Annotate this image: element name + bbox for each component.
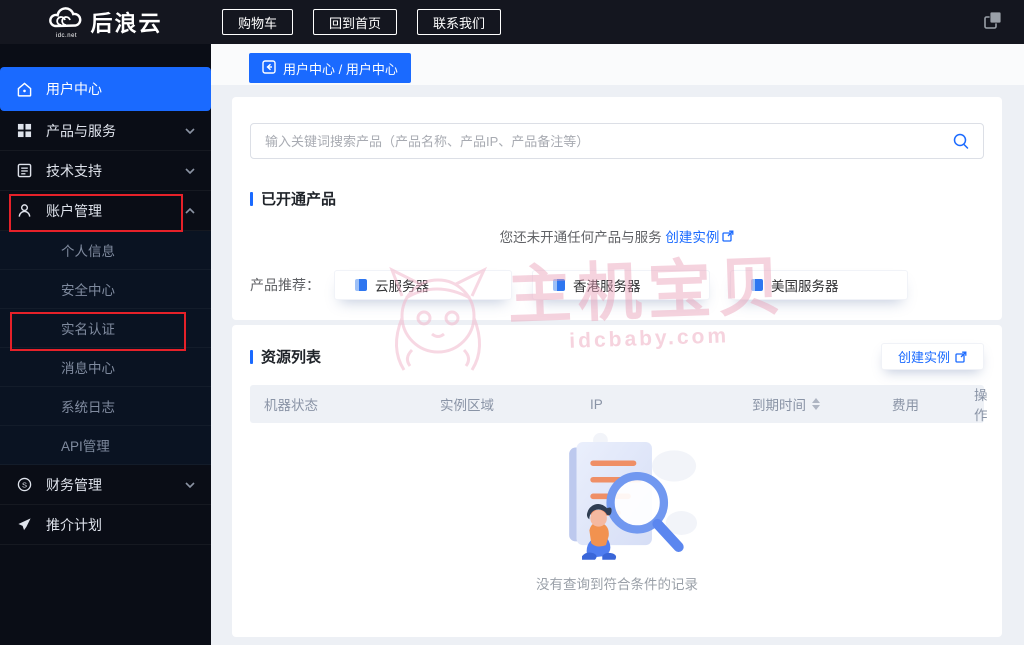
opened-products-title: 已开通产品 xyxy=(250,188,1002,209)
product-recommendations: 产品推荐： 云服务器 香港服务器 美国服务器 xyxy=(250,270,1002,300)
chevron-down-icon xyxy=(185,127,195,134)
chevron-down-icon xyxy=(185,481,195,488)
resource-table-header: 机器状态 实例区域 IP 到期时间 费用 操作 xyxy=(250,385,988,423)
create-instance-button[interactable]: 创建实例 xyxy=(880,343,984,370)
svg-text:S: S xyxy=(21,480,26,489)
logo-subtitle: idc.net xyxy=(55,33,78,39)
sidebar-item-label: 产品与服务 xyxy=(46,122,116,139)
main-content: 用户中心 / 用户中心 已开通产品 您还未开通任何产品与服务 创建实例 xyxy=(211,44,1024,645)
empty-state: 没有查询到符合条件的记录 xyxy=(232,431,1002,593)
sidebar-item-label: 推介计划 xyxy=(46,516,102,533)
recommend-label: 产品推荐： xyxy=(250,277,320,293)
product-card-cloud-server[interactable]: 云服务器 xyxy=(334,270,512,300)
breadcrumb-label: 用户中心 / 用户中心 xyxy=(283,61,398,77)
breadcrumb[interactable]: 用户中心 / 用户中心 xyxy=(249,53,411,83)
submenu-item-label: API管理 xyxy=(61,439,110,454)
resource-list-title: 资源列表 xyxy=(250,346,321,367)
sidebar-item-label: 账户管理 xyxy=(46,202,102,219)
user-icon xyxy=(16,203,32,219)
sidebar-item-label: 财务管理 xyxy=(46,476,102,493)
submenu-item-label: 安全中心 xyxy=(61,283,115,298)
sidebar-item-products-services[interactable]: 产品与服务 xyxy=(0,111,211,151)
cloud-logo-icon xyxy=(48,5,84,36)
column-actions: 操作 xyxy=(974,388,988,423)
resource-list-card: 资源列表 创建实例 机器状态 实例区域 IP 到期时间 费用 操作 没有查询到符… xyxy=(232,325,1002,637)
server-icon xyxy=(553,279,565,291)
empty-illustration xyxy=(569,432,698,560)
logo-title: 后浪云 xyxy=(90,11,163,36)
sidebar-item-label: 用户中心 xyxy=(46,81,102,97)
sidebar-item-message-center[interactable]: 消息中心 xyxy=(0,348,211,387)
sort-icon[interactable] xyxy=(812,398,820,410)
product-card-hongkong-server[interactable]: 香港服务器 xyxy=(532,270,710,300)
back-icon xyxy=(262,59,276,77)
server-icon xyxy=(751,279,763,291)
external-link-icon xyxy=(955,351,967,363)
grid-icon xyxy=(16,123,32,139)
account-submenu: 个人信息 安全中心 实名认证 消息中心 系统日志 API管理 xyxy=(0,231,211,465)
submenu-item-label: 消息中心 xyxy=(61,361,115,376)
title-accent-bar xyxy=(250,349,253,364)
header-nav: 购物车 回到首页 联系我们 xyxy=(222,9,502,35)
sidebar: 用户中心 产品与服务 技术支持 账户管理 个人信息 安全中心 实名认证 消息中心… xyxy=(0,44,211,645)
brand-logo[interactable]: idc.net 后浪云 xyxy=(0,5,211,39)
document-icon xyxy=(16,163,32,179)
sidebar-item-personal-info[interactable]: 个人信息 xyxy=(0,231,211,270)
overview-card: 已开通产品 您还未开通任何产品与服务 创建实例 产品推荐： 云服务器 香港服务器 xyxy=(232,97,1002,320)
sidebar-item-tech-support[interactable]: 技术支持 xyxy=(0,151,211,191)
product-card-us-server[interactable]: 美国服务器 xyxy=(730,270,908,300)
sidebar-item-realname-verification[interactable]: 实名认证 xyxy=(0,309,211,348)
server-icon xyxy=(355,279,367,291)
finance-icon: S xyxy=(16,477,32,493)
home-icon xyxy=(16,81,32,97)
sidebar-item-label: 技术支持 xyxy=(46,162,102,179)
sidebar-item-system-log[interactable]: 系统日志 xyxy=(0,387,211,426)
window-copy-icon[interactable] xyxy=(984,11,1002,34)
sidebar-item-api-management[interactable]: API管理 xyxy=(0,426,211,465)
column-machine-status: 机器状态 xyxy=(264,398,318,413)
column-ip: IP xyxy=(590,396,603,412)
top-header: idc.net 后浪云 购物车 回到首页 联系我们 xyxy=(0,0,1024,44)
submenu-item-label: 个人信息 xyxy=(61,244,115,259)
external-link-icon xyxy=(722,230,734,242)
sidebar-item-account-management[interactable]: 账户管理 xyxy=(0,191,211,231)
column-expire-time: 到期时间 xyxy=(752,394,892,414)
submenu-item-label: 实名认证 xyxy=(61,322,115,337)
title-accent-bar xyxy=(250,191,253,206)
cart-button[interactable]: 购物车 xyxy=(222,9,294,35)
column-fee: 费用 xyxy=(892,398,919,413)
no-products-message: 您还未开通任何产品与服务 创建实例 xyxy=(232,226,1002,246)
sidebar-item-user-center[interactable]: 用户中心 xyxy=(0,67,211,111)
chevron-up-icon xyxy=(185,207,195,214)
search-icon[interactable] xyxy=(950,130,972,152)
no-records-message: 没有查询到符合条件的记录 xyxy=(536,577,698,592)
submenu-item-label: 系统日志 xyxy=(61,400,115,415)
sidebar-item-finance-management[interactable]: S 财务管理 xyxy=(0,465,211,505)
home-page-button[interactable]: 回到首页 xyxy=(313,9,398,35)
paper-plane-icon xyxy=(16,517,32,533)
create-instance-link[interactable]: 创建实例 xyxy=(665,226,734,246)
app-window: idc.net 后浪云 购物车 回到首页 联系我们 用户中心 产品与服务 技术支… xyxy=(0,0,1024,645)
contact-us-button[interactable]: 联系我们 xyxy=(417,9,502,35)
sidebar-item-referral-plan[interactable]: 推介计划 xyxy=(0,505,211,545)
chevron-down-icon xyxy=(185,167,195,174)
search-input[interactable] xyxy=(250,123,984,159)
column-instance-region: 实例区域 xyxy=(440,398,494,413)
sidebar-item-security-center[interactable]: 安全中心 xyxy=(0,270,211,309)
